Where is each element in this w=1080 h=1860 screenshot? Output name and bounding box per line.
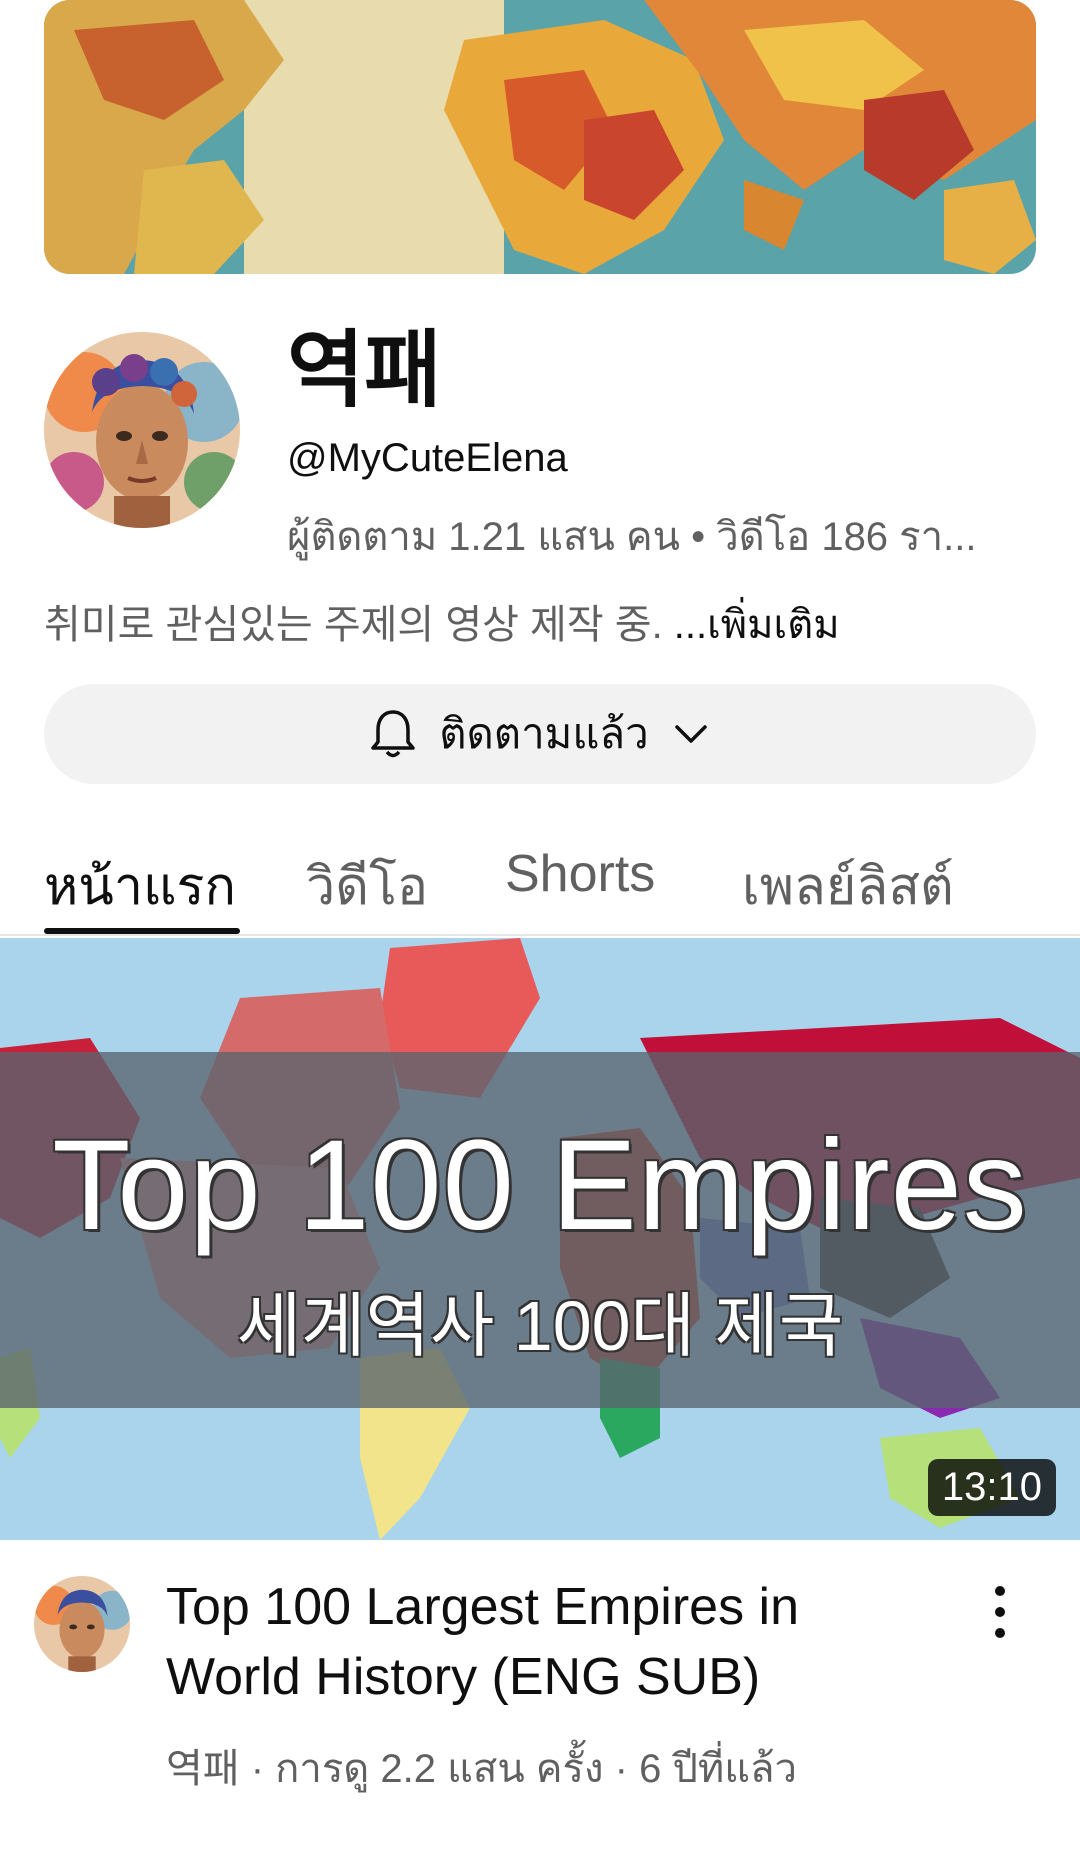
subscribed-label: ติดตามแล้ว bbox=[439, 710, 649, 757]
channel-tabs: หน้าแรก วิดีโอ Shorts เพลย์ลิสต์ bbox=[0, 820, 1080, 936]
tab-shorts[interactable]: Shorts bbox=[505, 844, 655, 904]
description-more-link[interactable]: ...เพิ่มเติม bbox=[674, 603, 840, 647]
tab-playlists[interactable]: เพลย์ลิสต์ bbox=[742, 844, 954, 927]
thumbnail-subtitle: 세계역사 100대 제국 bbox=[236, 1287, 844, 1365]
channel-header: 역패 @MyCuteElena ผู้ติดตาม 1.21 แสน คน • … bbox=[44, 328, 1036, 559]
video-thumbnail[interactable]: Top 100 Empires 세계역사 100대 제국 13:10 bbox=[0, 938, 1080, 1540]
description-text: 취미로 관심있는 주제의 영상 제작 중. bbox=[44, 603, 674, 647]
channel-stats[interactable]: ผู้ติดตาม 1.21 แสน คน • วิดีโอ 186 รา... bbox=[287, 504, 1036, 568]
tab-home[interactable]: หน้าแรก bbox=[44, 844, 236, 927]
channel-avatar[interactable] bbox=[44, 332, 240, 528]
video-meta: 역패 · การดู 2.2 แสน ครั้ง · 6 ปีที่แล้ว bbox=[166, 1747, 797, 1791]
video-title[interactable]: Top 100 Largest Empires in World History… bbox=[166, 1572, 926, 1712]
video-duration-badge: 13:10 bbox=[927, 1459, 1056, 1516]
bell-icon bbox=[369, 708, 417, 760]
subscribed-button[interactable]: ติดตามแล้ว bbox=[44, 684, 1036, 784]
tab-videos[interactable]: วิดีโอ bbox=[306, 844, 428, 927]
more-vertical-icon[interactable] bbox=[980, 1582, 1020, 1642]
channel-name: 역패 bbox=[287, 323, 442, 417]
active-tab-indicator bbox=[44, 928, 240, 934]
video-channel-avatar[interactable] bbox=[34, 1576, 130, 1672]
chevron-down-icon bbox=[671, 714, 711, 754]
channel-handle: @MyCuteElena bbox=[287, 436, 568, 480]
video-info: Top 100 Largest Empires in World History… bbox=[0, 1560, 1080, 1810]
channel-description[interactable]: 취미로 관심있는 주제의 영상 제작 중. ...เพิ่มเติม bbox=[44, 592, 1036, 656]
thumbnail-title: Top 100 Empires bbox=[52, 1114, 1028, 1257]
channel-banner bbox=[44, 0, 1036, 274]
